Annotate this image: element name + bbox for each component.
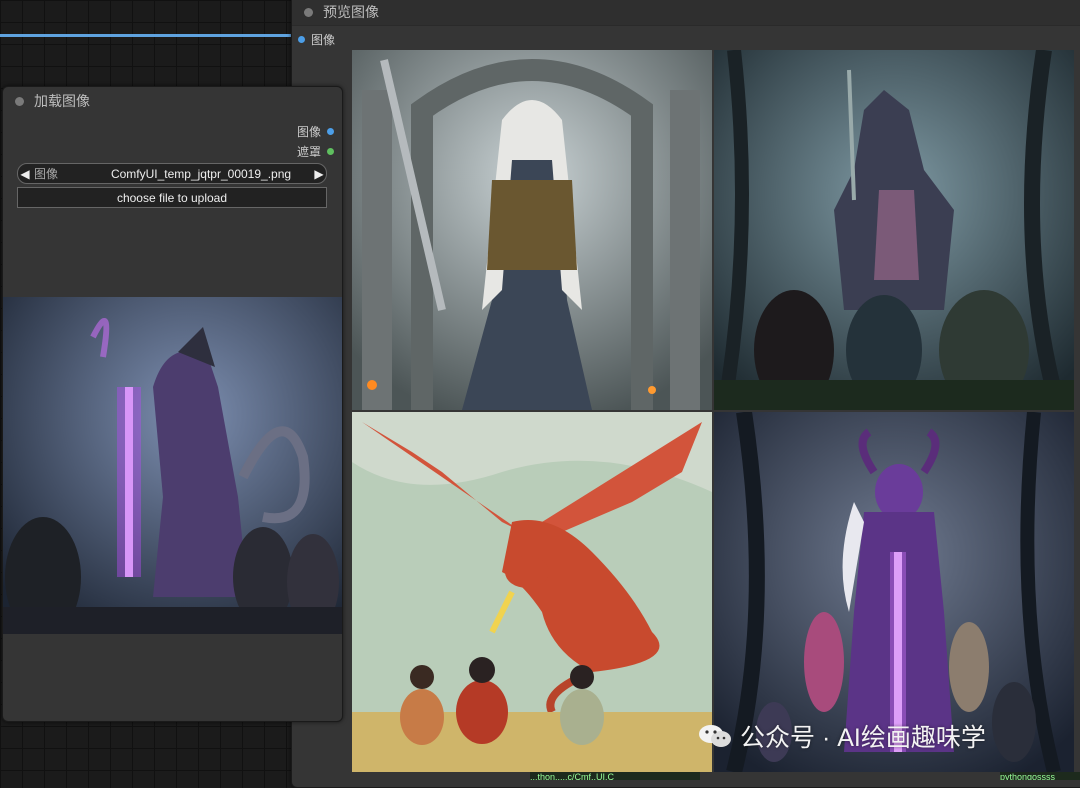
- output-slot-mask[interactable]: 遮罩: [297, 143, 334, 160]
- upload-button[interactable]: choose file to upload: [17, 187, 327, 208]
- bottom-note-left: ...thon.....c/Cmf..UI.C: [530, 772, 700, 780]
- combo-label: 图像: [34, 167, 59, 181]
- arrow-left-icon[interactable]: ◀: [18, 167, 32, 181]
- output-slot-label: 遮罩: [296, 145, 321, 159]
- preview-thumbnail-red-dragon[interactable]: [352, 412, 712, 772]
- preview-thumbnail-demon-children[interactable]: [714, 50, 1074, 410]
- output-slot-image[interactable]: 图像: [297, 123, 334, 140]
- watermark: 公众号 · AI绘画趣味学: [698, 718, 986, 754]
- load-image-node[interactable]: 加载图像 图像 遮罩 ◀ 图像 ComfyUI_temp_jqtpr_00019…: [2, 86, 343, 722]
- preview-image-node[interactable]: 预览图像 图像: [291, 0, 1080, 788]
- watermark-text: 公众号 · AI绘画趣味学: [740, 724, 986, 752]
- collapse-dot-icon[interactable]: [304, 7, 313, 17]
- link-wire[interactable]: [0, 34, 292, 37]
- wechat-icon: [699, 725, 731, 747]
- collapse-dot-icon[interactable]: [15, 96, 24, 106]
- preview-image-grid: [352, 50, 1074, 772]
- node-title: 预览图像: [323, 4, 379, 20]
- output-slot-dot-icon[interactable]: [327, 148, 334, 155]
- bottom-note-right: pythongossss: [1000, 772, 1080, 780]
- output-slot-label: 图像: [296, 125, 321, 139]
- image-combo-widget[interactable]: ◀ 图像 ComfyUI_temp_jqtpr_00019_.png ▶: [17, 163, 327, 184]
- input-slot-dot-icon[interactable]: [298, 36, 305, 43]
- arrow-right-icon[interactable]: ▶: [312, 167, 326, 181]
- input-slot-image[interactable]: 图像: [298, 31, 335, 48]
- preview-thumbnail-elf-warrior[interactable]: [352, 50, 712, 410]
- combo-value: ComfyUI_temp_jqtpr_00019_.png: [110, 166, 292, 181]
- node-title: 加载图像: [34, 93, 90, 109]
- loaded-image-preview: [3, 297, 342, 634]
- input-slot-label: 图像: [311, 33, 336, 47]
- output-slot-dot-icon[interactable]: [327, 128, 334, 135]
- node-title-bar[interactable]: 加载图像: [3, 87, 342, 115]
- node-title-bar[interactable]: 预览图像: [292, 0, 1080, 26]
